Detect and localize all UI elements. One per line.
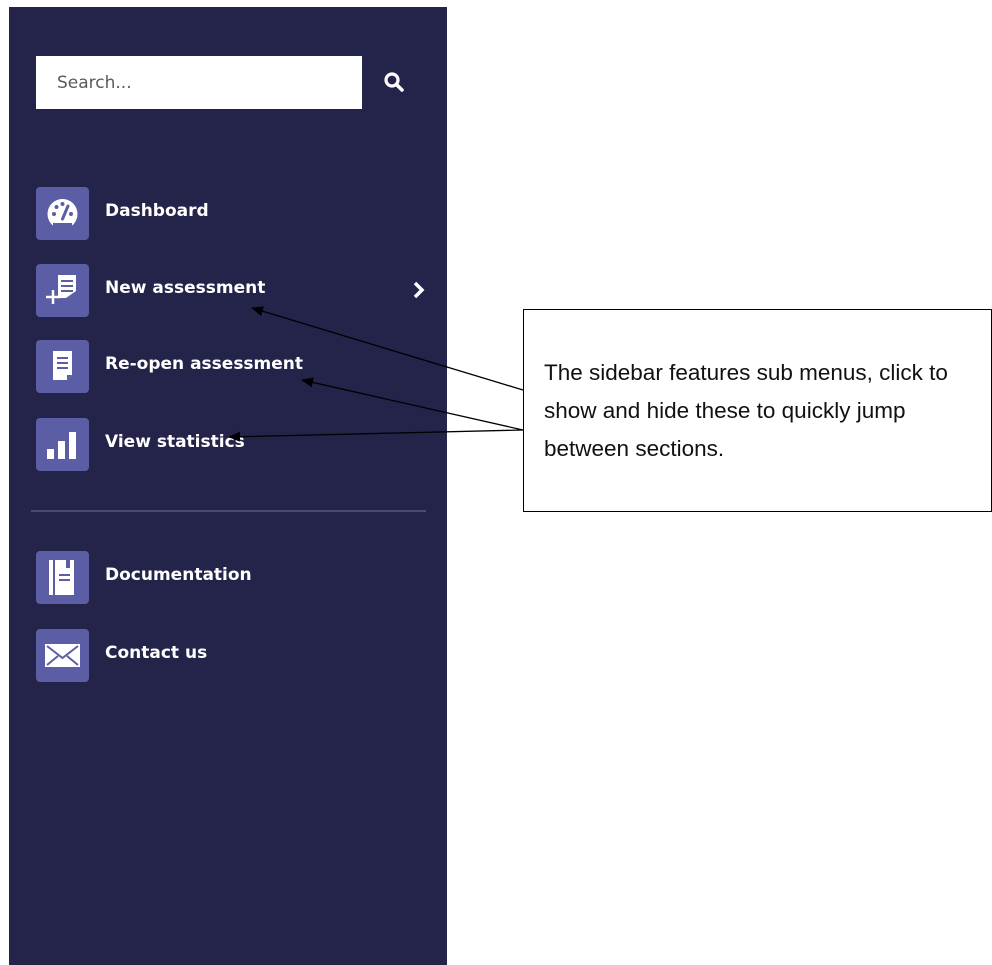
sidebar-item-dashboard[interactable]: Dashboard	[36, 187, 436, 241]
sidebar-item-new-assessment[interactable]: New assessment	[36, 264, 436, 318]
search-button[interactable]	[383, 71, 405, 93]
callout-text: The sidebar features sub menus, click to…	[544, 360, 948, 461]
sidebar-item-label: Documentation	[105, 565, 252, 585]
sidebar-item-label: Dashboard	[105, 201, 209, 221]
sidebar-item-label: Re-open assessment	[105, 354, 304, 374]
sidebar-item-contact-us[interactable]: Contact us	[36, 629, 436, 683]
sidebar-item-view-statistics[interactable]: View statistics	[36, 418, 436, 472]
document-icon	[36, 340, 89, 393]
sidebar-item-documentation[interactable]: Documentation	[36, 551, 436, 605]
new-document-icon	[36, 264, 89, 317]
search-icon	[384, 72, 404, 92]
page: Dashboard New assessment	[0, 0, 992, 965]
sidebar-item-reopen-assessment[interactable]: Re-open assessment	[36, 340, 436, 394]
book-icon	[36, 551, 89, 604]
envelope-icon	[36, 629, 89, 682]
sidebar-item-label: View statistics	[105, 432, 245, 452]
sidebar-item-label: Contact us	[105, 643, 208, 663]
bar-chart-icon	[36, 418, 89, 471]
sidebar: Dashboard New assessment	[9, 7, 447, 965]
dashboard-gauge-icon	[36, 187, 89, 240]
sidebar-divider	[31, 510, 426, 512]
search-input[interactable]	[36, 56, 362, 109]
sidebar-item-label: New assessment	[105, 278, 266, 298]
annotation-callout: The sidebar features sub menus, click to…	[523, 309, 992, 512]
chevron-right-icon[interactable]	[411, 280, 427, 300]
